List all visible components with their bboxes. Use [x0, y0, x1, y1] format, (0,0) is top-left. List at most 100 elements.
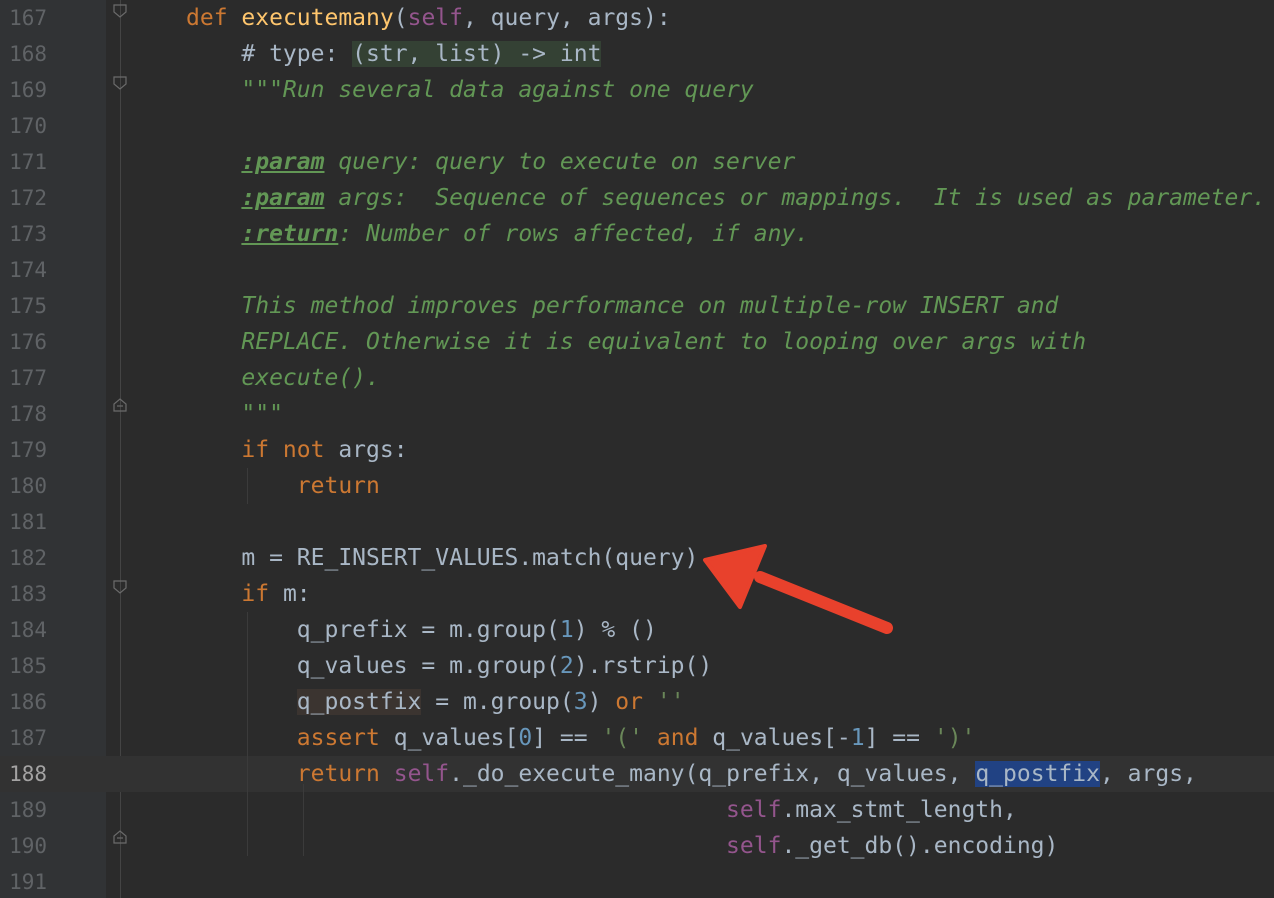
code-token: """Run several data against one query [241, 77, 754, 103]
code-line[interactable]: 182 m = RE_INSERT_VALUES.match(query) [0, 540, 1274, 576]
code-token: ] == [864, 725, 934, 751]
code-text[interactable]: :param query: query to execute on server [186, 144, 795, 180]
code-token: or [615, 689, 643, 715]
line-number: 175 [9, 294, 47, 318]
code-text[interactable]: :param args: Sequence of sequences or ma… [186, 180, 1266, 216]
code-line[interactable]: 178 """ [0, 396, 1274, 432]
fold-marker-icon[interactable] [113, 4, 127, 18]
code-text[interactable]: self.max_stmt_length, [186, 792, 1017, 828]
code-line[interactable]: 172 :param args: Sequence of sequences o… [0, 180, 1274, 216]
code-token: = m.group( [421, 689, 574, 715]
code-line[interactable]: 186 q_postfix = m.group(3) or '' [0, 684, 1274, 720]
code-text[interactable]: # type: (str, list) -> int [186, 36, 602, 72]
code-editor[interactable]: 167 def executemany(self, query, args): 16… [0, 0, 1274, 898]
code-token: m = RE_INSERT_VALUES.match(query) [186, 545, 699, 571]
code-token: .max_stmt_length, [781, 797, 1017, 823]
code-token: def [186, 5, 228, 31]
code-text[interactable]: q_values = m.group(2).rstrip() [186, 648, 712, 684]
code-text[interactable]: self._get_db().encoding) [186, 828, 1058, 864]
code-token: 1 [559, 617, 574, 643]
line-number: 181 [9, 510, 47, 534]
code-line[interactable]: 174 [0, 252, 1274, 288]
code-text[interactable]: m = RE_INSERT_VALUES.match(query) [186, 540, 698, 576]
code-token: self [407, 5, 463, 31]
code-line[interactable]: 176 REPLACE. Otherwise it is equivalent … [0, 324, 1274, 360]
line-number: 183 [9, 582, 47, 606]
line-number: 186 [9, 690, 47, 714]
code-token: if [241, 581, 270, 607]
code-token: executemany [241, 5, 394, 31]
line-number: 173 [9, 222, 47, 246]
code-line[interactable]: 181 [0, 504, 1274, 540]
code-line[interactable]: 183 if m: [0, 576, 1274, 612]
line-number: 187 [9, 726, 47, 750]
code-line[interactable]: 187 assert q_values[0] == '(' and q_valu… [0, 720, 1274, 756]
code-text[interactable]: This method improves performance on mult… [186, 288, 1058, 324]
code-line[interactable]: 185 q_values = m.group(2).rstrip() [0, 648, 1274, 684]
line-number: 178 [9, 402, 47, 426]
code-line[interactable]: 189 self.max_stmt_length, [0, 792, 1274, 828]
code-token: q_values[- [698, 725, 851, 751]
code-line[interactable]: 169 """Run several data against one quer… [0, 72, 1274, 108]
code-line[interactable]: 168 # type: (str, list) -> int [0, 36, 1274, 72]
code-line[interactable]: 190 self._get_db().encoding) [0, 828, 1274, 864]
code-token: REPLACE. Otherwise it is equivalent to l… [241, 329, 1087, 355]
line-number: 184 [9, 618, 47, 642]
code-token: """ [241, 401, 283, 427]
code-line[interactable]: 191 [0, 864, 1274, 898]
line-number: 179 [9, 438, 47, 462]
code-text[interactable]: def executemany(self, query, args): [186, 0, 671, 36]
code-line[interactable]: 171 :param query: query to execute on se… [0, 144, 1274, 180]
line-number: 180 [9, 474, 47, 498]
code-token: ._get_db().encoding) [781, 833, 1059, 859]
line-number: 168 [9, 42, 47, 66]
code-line[interactable]: 175 This method improves performance on … [0, 288, 1274, 324]
code-text[interactable]: return [186, 468, 380, 504]
code-line[interactable]: 167 def executemany(self, query, args): [0, 0, 1274, 36]
code-line[interactable]: 188 return self._do_execute_many(q_prefi… [0, 756, 1274, 792]
code-token: ._do_execute_many(q_prefix, q_values, [449, 761, 976, 787]
code-line[interactable]: 180 return [0, 468, 1274, 504]
code-line[interactable]: 170 [0, 108, 1274, 144]
code-text[interactable]: assert q_values[0] == '(' and q_values[-… [186, 720, 976, 756]
code-token: and [656, 725, 699, 751]
line-number: 172 [9, 186, 47, 210]
code-token: ).rstrip() [573, 653, 713, 679]
code-text[interactable]: :return: Number of rows affected, if any… [186, 216, 809, 252]
line-number: 167 [9, 6, 47, 30]
code-text[interactable]: REPLACE. Otherwise it is equivalent to l… [186, 324, 1086, 360]
line-number: 191 [9, 870, 47, 894]
code-token: :return [241, 221, 339, 247]
code-line[interactable]: 184 q_prefix = m.group(1) % () [0, 612, 1274, 648]
fold-marker-icon[interactable] [113, 76, 127, 90]
code-token: self [726, 833, 782, 859]
code-text[interactable]: q_prefix = m.group(1) % () [186, 612, 657, 648]
code-text[interactable]: if not args: [186, 432, 407, 468]
fold-end-marker-icon[interactable] [113, 830, 127, 844]
code-text[interactable]: """Run several data against one query [186, 72, 754, 108]
code-token: return [296, 473, 380, 499]
code-text[interactable]: """ [186, 396, 283, 432]
code-line[interactable]: 179 if not args: [0, 432, 1274, 468]
code-text[interactable]: if m: [186, 576, 310, 612]
code-text[interactable]: return self._do_execute_many(q_prefix, q… [186, 756, 1197, 792]
code-line[interactable]: 177 execute(). [0, 360, 1274, 396]
code-token: # type: [186, 41, 353, 67]
line-number: 185 [9, 654, 47, 678]
fold-end-marker-icon[interactable] [113, 398, 127, 412]
fold-marker-icon[interactable] [113, 580, 127, 594]
code-text[interactable]: execute(). [186, 360, 379, 396]
indent-guide [247, 612, 248, 856]
code-token: , query, args): [462, 5, 671, 31]
code-text[interactable]: q_postfix = m.group(3) or '' [186, 684, 685, 720]
code-line[interactable]: 173 :return: Number of rows affected, if… [0, 216, 1274, 252]
